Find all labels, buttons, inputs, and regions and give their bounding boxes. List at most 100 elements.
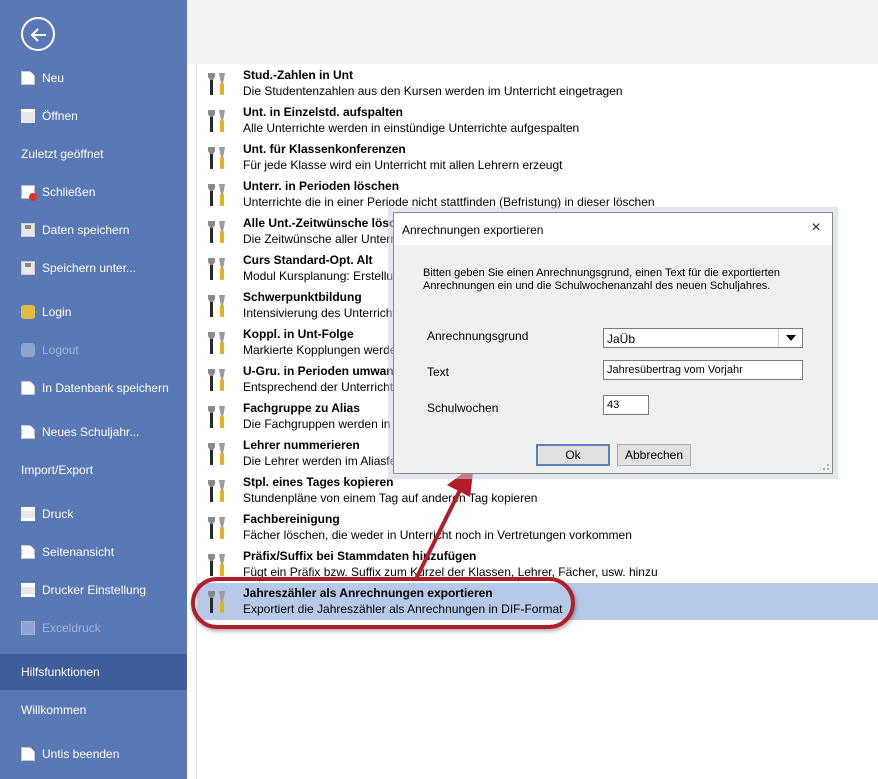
new-schoolyear-icon [21, 425, 35, 439]
nav-printer-settings[interactable]: Drucker Einstellung [0, 575, 187, 605]
tools-icon [208, 184, 225, 206]
nav-welcome[interactable]: Willkommen [0, 695, 187, 725]
tools-icon [208, 406, 225, 428]
function-title: Stpl. eines Tages kopieren [243, 475, 394, 489]
function-description: Stundenpläne von einem Tag auf anderen T… [243, 491, 538, 505]
back-button[interactable] [21, 17, 55, 51]
content-gutter [187, 64, 197, 779]
function-title: Schwerpunktbildung [243, 290, 362, 304]
nav-login[interactable]: Login [0, 297, 187, 327]
tools-icon [208, 443, 225, 465]
text-label: Text [427, 365, 450, 379]
tools-icon [208, 517, 225, 539]
resize-grip-icon[interactable] [820, 461, 830, 471]
tools-icon [208, 147, 225, 169]
page-preview-icon [21, 545, 35, 559]
function-title: Unterr. in Perioden löschen [243, 179, 400, 193]
ok-button[interactable]: Ok [536, 444, 610, 466]
nav-open[interactable]: Öffnen [0, 101, 187, 131]
text-input[interactable] [603, 360, 803, 380]
save-disk-icon [21, 223, 35, 237]
new-document-icon [21, 71, 35, 85]
tools-icon [208, 332, 225, 354]
nav-new[interactable]: Neu [0, 63, 187, 93]
function-description: Unterrichte die in einer Periode nicht s… [243, 195, 655, 209]
function-description: Markierte Kopplungen werde [243, 343, 397, 357]
function-description: Die Zeitwünsche aller Unterri [243, 232, 398, 246]
function-row[interactable]: Unt. für Klassenkonferenzen Für jede Klas… [197, 139, 878, 176]
function-description: Die Studentenzahlen aus den Kursen werde… [243, 84, 623, 98]
function-description: Modul Kursplanung: Erstellun [243, 269, 400, 283]
dialog-message: Bitten geben Sie einen Anrechnungsgrund,… [423, 267, 780, 292]
function-title: Unt. in Einzelstd. aufspalten [243, 105, 404, 119]
back-arrow-icon [30, 28, 46, 42]
export-credits-dialog: Anrechnungen exportieren × Bitten geben … [393, 212, 833, 474]
function-description: Fächer löschen, die weder in Unterricht … [243, 528, 632, 542]
tools-icon [208, 480, 225, 502]
function-description: Alle Unterrichte werden in einstündige U… [243, 121, 580, 135]
function-description: Für jede Klasse wird ein Unterricht mit … [243, 158, 563, 172]
dialog-titlebar: Anrechnungen exportieren × [394, 213, 832, 245]
reason-label: Anrechnungsgrund [427, 329, 529, 343]
printer-icon [21, 507, 35, 521]
weeks-label: Schulwochen [427, 401, 499, 415]
nav-close[interactable]: Schließen [0, 177, 187, 207]
weeks-input[interactable] [603, 395, 649, 415]
database-save-icon [21, 381, 35, 395]
close-icon[interactable]: × [808, 220, 824, 236]
nav-excel-print: Exceldruck [0, 613, 187, 643]
tools-icon [208, 73, 225, 95]
reason-select[interactable]: JaÜb [603, 328, 803, 348]
open-folder-icon [21, 109, 35, 123]
function-title: Präfix/Suffix bei Stammdaten hinzufügen [243, 549, 477, 563]
function-description: Intensivierung des Unterricht [243, 306, 396, 320]
function-row[interactable]: Unt. in Einzelstd. aufspalten Alle Unterr… [197, 102, 878, 139]
function-title: Alle Unt.-Zeitwünsche lösche [243, 216, 410, 230]
nav-helper-functions[interactable]: Hilfsfunktionen [0, 654, 187, 690]
function-title: Koppl. in Unt-Folge [243, 327, 354, 341]
function-title: Curs Standard-Opt. Alt [243, 253, 373, 267]
backstage-sidebar: Neu Öffnen Zuletzt geöffnet Schließen Da… [0, 0, 187, 779]
function-description: Die Lehrer werden im Aliasfel [243, 454, 400, 468]
function-row[interactable]: Unterr. in Perioden löschen Unterrichte d… [197, 176, 878, 213]
database-icon [21, 343, 35, 357]
tools-icon [208, 554, 225, 576]
function-row[interactable]: Stpl. eines Tages kopieren Stundenpläne v… [197, 472, 878, 509]
highlight-oval [191, 577, 575, 629]
function-title: Unt. für Klassenkonferenzen [243, 142, 406, 156]
tools-icon [208, 369, 225, 391]
tools-icon [208, 110, 225, 132]
dialog-title: Anrechnungen exportieren [402, 223, 544, 237]
nav-save-as[interactable]: Speichern unter... [0, 253, 187, 283]
function-row[interactable]: Stud.-Zahlen in Unt Die Studentenzahlen a… [197, 65, 878, 102]
function-title: Stud.-Zahlen in Unt [243, 68, 353, 82]
function-title: U-Gru. in Perioden umwande [243, 364, 408, 378]
function-title: Fachbereinigung [243, 512, 340, 526]
nav-print[interactable]: Druck [0, 499, 187, 529]
save-as-icon [21, 261, 35, 275]
printer-settings-icon [21, 583, 35, 597]
chevron-down-icon[interactable] [778, 329, 802, 347]
nav-page-preview[interactable]: Seitenansicht [0, 537, 187, 567]
nav-save-to-db[interactable]: In Datenbank speichern [0, 373, 187, 403]
tools-icon [208, 258, 225, 280]
database-icon [21, 305, 35, 319]
nav-import-export[interactable]: Import/Export [0, 455, 187, 485]
function-row[interactable]: Fachbereinigung Fächer löschen, die weder… [197, 509, 878, 546]
nav-logout: Logout [0, 335, 187, 365]
function-description: Die Fachgruppen werden in d [243, 417, 401, 431]
function-description: Entsprechend der Unterrichts [243, 380, 400, 394]
nav-new-schoolyear[interactable]: Neues Schuljahr... [0, 417, 187, 447]
exit-icon [21, 747, 35, 761]
close-document-icon [21, 185, 37, 201]
header-strip [187, 0, 878, 64]
nav-recent[interactable]: Zuletzt geöffnet [0, 139, 187, 169]
nav-save[interactable]: Daten speichern [0, 215, 187, 245]
nav-exit[interactable]: Untis beenden [0, 739, 187, 769]
reason-value: JaÜb [607, 332, 636, 346]
function-title: Fachgruppe zu Alias [243, 401, 360, 415]
tools-icon [208, 221, 225, 243]
tools-icon [208, 295, 225, 317]
excel-icon [21, 621, 35, 635]
cancel-button[interactable]: Abbrechen [617, 444, 691, 466]
